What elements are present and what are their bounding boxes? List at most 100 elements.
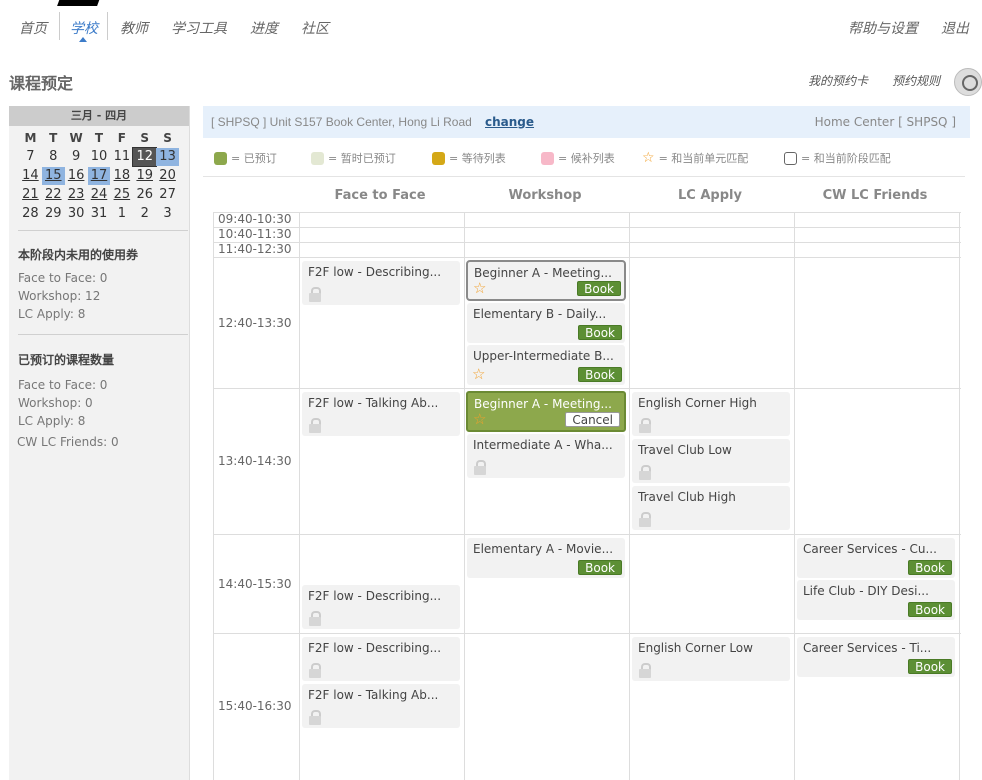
calendar-day: 9 — [71, 149, 81, 164]
calendar-weekday: T — [49, 131, 58, 145]
legend-divider — [203, 176, 965, 177]
calendar-day[interactable]: 20 — [156, 167, 179, 185]
calendar-day-selected[interactable]: 13 — [156, 148, 179, 166]
column-header-f2f: Face to Face — [334, 188, 426, 203]
legend-stage-match: = 和当前阶段匹配 — [784, 150, 891, 166]
calendar-day: 28 — [22, 206, 39, 221]
legend: = 已预订 = 暂时已预订 = 等待列表 = 候补列表 ☆ = 和当前单元匹配 =… — [214, 150, 964, 170]
class-card[interactable]: Career Services - Ti... Book — [797, 637, 955, 677]
calendar-day-selected[interactable]: 15 — [41, 167, 65, 185]
calendar-day-today[interactable]: 12 — [132, 147, 158, 167]
unused-lc-apply: LC Apply: 8 — [18, 307, 86, 321]
class-title: Life Club - DIY Desi... — [803, 584, 929, 598]
time-slot: 15:40-16:30 — [218, 699, 292, 713]
class-card[interactable]: English Corner Low — [632, 637, 790, 681]
class-title: Career Services - Ti... — [803, 641, 932, 655]
book-button[interactable]: Book — [577, 281, 621, 296]
class-title: Career Services - Cu... — [803, 542, 937, 556]
class-card[interactable]: F2F low - Describing... — [302, 261, 460, 305]
unused-f2f: Face to Face: 0 — [18, 271, 108, 285]
calendar-day: 11 — [113, 149, 131, 164]
book-button[interactable]: Book — [908, 560, 952, 575]
grid-line — [214, 633, 961, 634]
calendar-day[interactable]: 21 — [19, 186, 42, 204]
lock-icon — [308, 663, 322, 678]
lock-icon — [308, 418, 322, 433]
center-bar: [ SHPSQ ] Unit S157 Book Center, Hong Li… — [203, 106, 970, 138]
book-button[interactable]: Book — [578, 325, 622, 340]
class-card[interactable]: Career Services - Cu... Book — [797, 538, 955, 578]
booked-cw-lc-friends: CW LC Friends: 0 — [17, 435, 119, 449]
book-button[interactable]: Book — [908, 602, 952, 617]
class-card[interactable]: Intermediate A - Wha... — [467, 434, 625, 478]
grid-line — [214, 212, 961, 213]
nav-help-settings[interactable]: 帮助与设置 — [848, 18, 918, 38]
nav-teachers[interactable]: 教师 — [120, 18, 148, 38]
column-header-workshop: Workshop — [508, 188, 582, 203]
class-title: F2F low - Talking Ab... — [308, 396, 439, 410]
class-card[interactable]: Upper-Intermediate B... ☆ Book — [467, 345, 625, 385]
class-title: F2F low - Describing... — [308, 589, 442, 603]
legend-label: = 已预订 — [231, 152, 277, 165]
top-navigation: 首页 学校 教师 学习工具 进度 社区 帮助与设置 退出 — [0, 0, 982, 50]
booking-rules-link[interactable]: 预约规则 — [892, 72, 940, 89]
nav-study-tools[interactable]: 学习工具 — [171, 18, 227, 38]
class-card[interactable]: Elementary A - Movie... Book — [467, 538, 625, 578]
calendar-weekday: T — [94, 131, 104, 145]
grid-line — [214, 534, 961, 535]
class-title: Beginner A - Meeting... — [474, 266, 612, 280]
star-icon: ☆ — [472, 365, 486, 383]
nav-community[interactable]: 社区 — [301, 18, 329, 38]
class-card[interactable]: Elementary B - Daily... Book — [467, 303, 625, 343]
time-slot: 09:40-10:30 — [218, 212, 292, 226]
calendar-day[interactable]: 22 — [42, 186, 65, 204]
lock-icon — [638, 663, 652, 678]
calendar-day[interactable]: 24 — [88, 186, 111, 204]
calendar-day[interactable]: 25 — [110, 186, 133, 204]
class-card-selected[interactable]: Beginner A - Meeting... ☆ Book — [466, 260, 626, 301]
class-card[interactable]: Travel Club Low — [632, 439, 790, 483]
nav-home[interactable]: 首页 — [19, 18, 47, 38]
class-card[interactable]: English Corner High — [632, 392, 790, 436]
calendar-day[interactable]: 19 — [133, 167, 156, 185]
change-center-link[interactable]: change — [485, 115, 534, 129]
calendar-day: 29 — [45, 206, 62, 221]
legend-swatch — [541, 151, 554, 165]
calendar-day[interactable]: 23 — [65, 186, 88, 204]
cancel-button[interactable]: Cancel — [565, 412, 620, 427]
time-slot: 14:40-15:30 — [218, 577, 292, 591]
calendar-day[interactable]: 18 — [110, 167, 133, 185]
nav-progress[interactable]: 进度 — [250, 18, 278, 38]
class-title: English Corner Low — [638, 641, 753, 655]
class-card[interactable]: F2F low - Talking Ab... — [302, 392, 460, 436]
avatar[interactable] — [954, 68, 982, 96]
legend-label: = 和当前单元匹配 — [658, 152, 749, 165]
class-card-booked[interactable]: Beginner A - Meeting... ☆ Cancel — [466, 391, 626, 432]
book-button[interactable]: Book — [908, 659, 952, 674]
calendar-weekday: M — [24, 131, 37, 145]
class-card[interactable]: F2F low - Talking Ab... — [302, 684, 460, 728]
class-card[interactable]: Life Club - DIY Desi... Book — [797, 580, 955, 620]
schedule-grid: 09:40-10:30 10:40-11:30 11:40-12:30 12:4… — [213, 212, 961, 780]
grid-line — [214, 227, 961, 228]
calendar-day-selected[interactable]: 17 — [87, 167, 111, 185]
class-card[interactable]: Travel Club High — [632, 486, 790, 530]
legend-swatch — [432, 151, 445, 165]
calendar-day: 1 — [117, 206, 126, 221]
grid-line — [214, 388, 961, 389]
class-title: Upper-Intermediate B... — [473, 349, 614, 363]
class-card[interactable]: F2F low - Describing... — [302, 585, 460, 629]
calendar-day[interactable]: 14 — [19, 167, 42, 185]
calendar-day: 31 — [90, 206, 108, 221]
calendar-day[interactable]: 16 — [65, 167, 88, 185]
book-button[interactable]: Book — [578, 367, 622, 382]
lock-icon — [638, 465, 652, 480]
book-button[interactable]: Book — [578, 560, 622, 575]
star-icon: ☆ — [642, 149, 655, 166]
my-booking-card-link[interactable]: 我的预约卡 — [808, 72, 868, 89]
class-card[interactable]: F2F low - Describing... — [302, 637, 460, 681]
nav-logout[interactable]: 退出 — [941, 18, 969, 38]
nav-school[interactable]: 学校 — [70, 18, 98, 38]
logo — [57, 0, 103, 6]
unused-workshop: Workshop: 12 — [18, 289, 101, 303]
